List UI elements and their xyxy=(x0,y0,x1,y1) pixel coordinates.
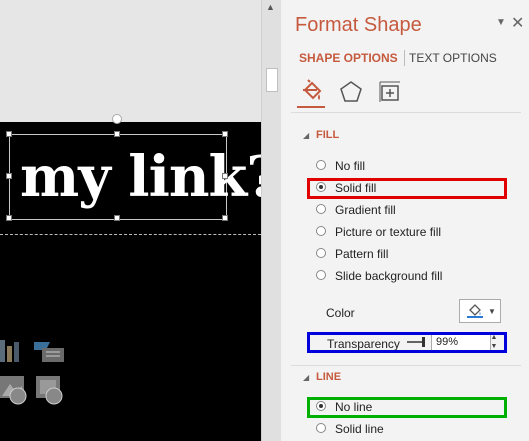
size-properties-button[interactable] xyxy=(376,78,404,106)
resize-handle-bottom[interactable] xyxy=(114,215,120,221)
option-label: Solid fill xyxy=(335,181,377,195)
slide-guide-line xyxy=(0,234,261,235)
transparency-input[interactable]: 99% xyxy=(431,333,491,351)
transparency-label: Transparency xyxy=(327,337,400,351)
resize-handle-top[interactable] xyxy=(114,131,120,137)
pane-title: Format Shape xyxy=(295,14,422,36)
option-label: No line xyxy=(335,400,373,414)
resize-handle-top-right[interactable] xyxy=(222,131,228,137)
resize-handle-left[interactable] xyxy=(6,173,12,179)
fill-section-header[interactable]: FILL xyxy=(316,129,339,141)
slide-canvas[interactable]: my link? xyxy=(0,0,261,441)
resize-handle-top-left[interactable] xyxy=(6,131,12,137)
option-label: No fill xyxy=(335,159,366,173)
fill-color-button[interactable]: ▼ xyxy=(459,299,501,323)
color-label: Color xyxy=(326,306,355,320)
scrollbar-thumb[interactable] xyxy=(266,68,278,92)
effects-button[interactable] xyxy=(337,78,365,106)
paint-bucket-icon xyxy=(467,304,483,318)
resize-handle-right[interactable] xyxy=(222,173,228,179)
option-label: Picture or texture fill xyxy=(335,225,442,239)
transparency-spinner[interactable]: ▲ ▼ xyxy=(487,333,501,351)
option-label: Pattern fill xyxy=(335,247,389,261)
radio-pattern[interactable] xyxy=(316,248,326,258)
collapse-line-icon[interactable]: ◢ xyxy=(303,373,309,382)
radio-gradient-fill[interactable] xyxy=(316,204,326,214)
radio-picture-texture[interactable] xyxy=(316,226,326,236)
resize-handle-bottom-right[interactable] xyxy=(222,215,228,221)
fill-line-button[interactable] xyxy=(297,78,325,108)
section-divider xyxy=(291,365,521,366)
option-label: Solid line xyxy=(335,422,384,436)
transparency-slider[interactable] xyxy=(407,336,427,348)
resize-handle-bottom-left[interactable] xyxy=(6,215,12,221)
pentagon-icon xyxy=(340,81,362,102)
size-properties-icon xyxy=(379,81,400,102)
scroll-up-icon[interactable]: ▲ xyxy=(266,2,275,12)
collapse-fill-icon[interactable]: ◢ xyxy=(303,131,309,140)
radio-no-fill[interactable] xyxy=(316,160,326,170)
radio-solid-fill[interactable] xyxy=(316,182,326,192)
rotate-handle[interactable] xyxy=(112,114,122,124)
tab-divider xyxy=(404,50,405,66)
chevron-down-icon: ▼ xyxy=(488,307,496,316)
tab-shape-options[interactable]: SHAPE OPTIONS xyxy=(299,51,398,65)
option-label: Gradient fill xyxy=(335,203,396,217)
close-icon[interactable]: ✕ xyxy=(511,13,524,33)
paint-bucket-icon xyxy=(303,79,322,100)
vertical-scrollbar[interactable]: ▲ xyxy=(261,0,281,441)
radio-slide-background[interactable] xyxy=(316,270,326,280)
radio-no-line[interactable] xyxy=(316,401,326,411)
content-placeholder-icons[interactable] xyxy=(0,338,70,408)
format-shape-pane: Format Shape ▼ ✕ SHAPE OPTIONS TEXT OPTI… xyxy=(281,0,529,441)
line-section-header[interactable]: LINE xyxy=(316,371,341,383)
pane-options-dropdown-icon[interactable]: ▼ xyxy=(496,17,506,28)
section-divider xyxy=(291,112,521,113)
radio-solid-line[interactable] xyxy=(316,423,326,433)
tab-text-options[interactable]: TEXT OPTIONS xyxy=(409,51,497,65)
option-label: Slide background fill xyxy=(335,269,443,283)
